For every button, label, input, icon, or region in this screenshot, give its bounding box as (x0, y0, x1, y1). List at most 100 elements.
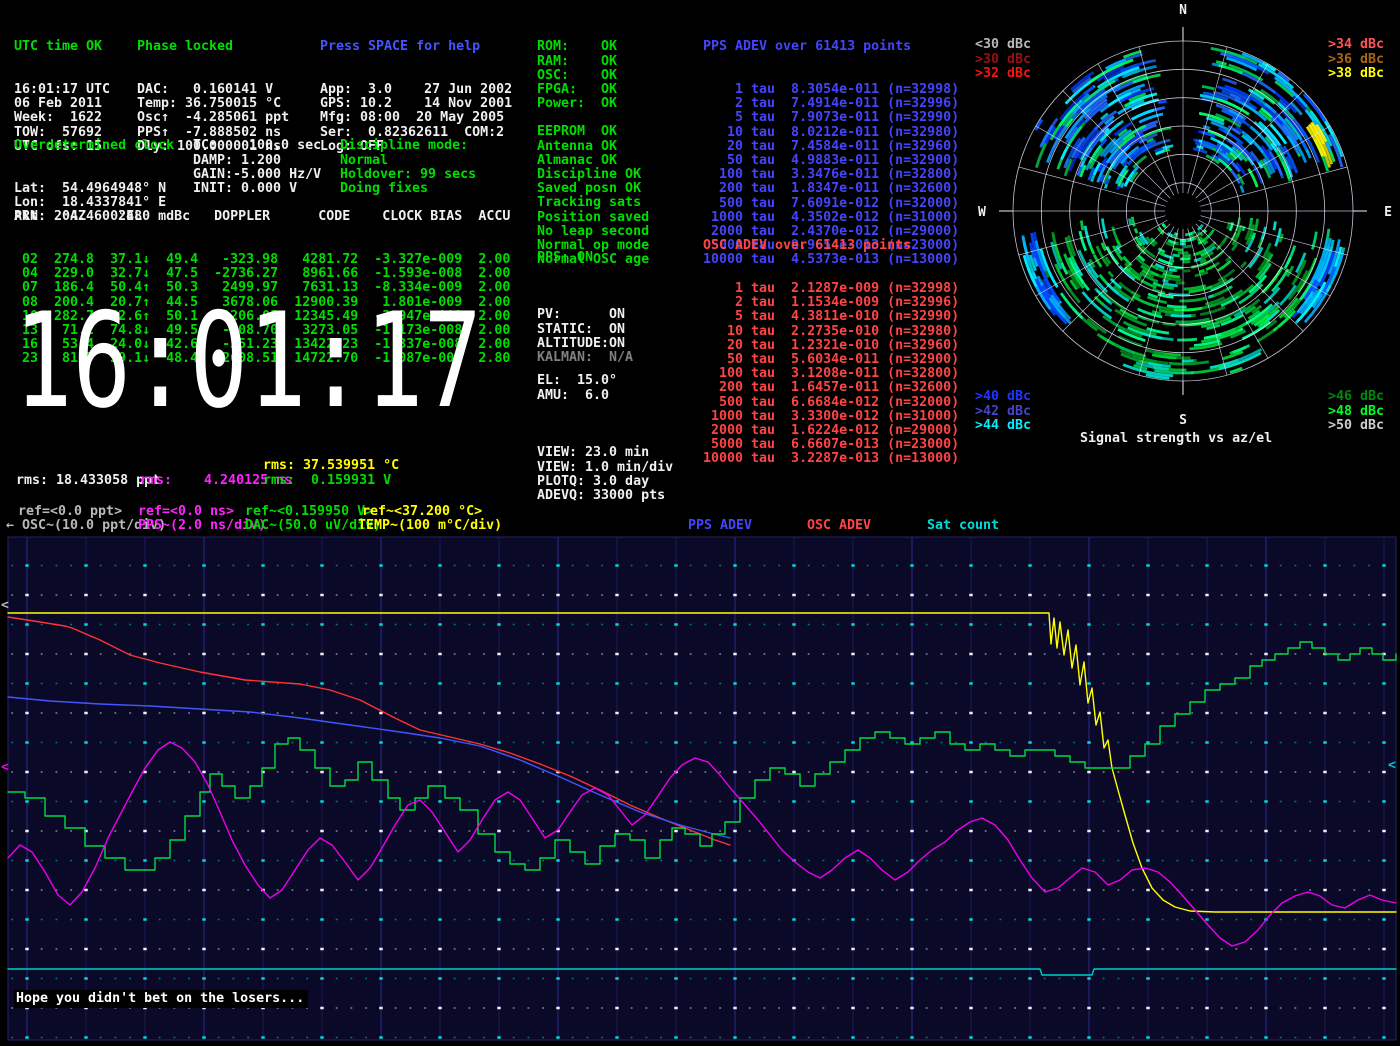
text-line: 1 tau 2.1287e-009 (n=32998) (703, 282, 959, 296)
text-line: >44 dBc (975, 419, 1031, 433)
text-line: 10 tau 2.2735e-010 (n=32980) (703, 325, 959, 339)
trace-edge-marker: < (1, 760, 9, 775)
view-lines: VIEW: 23.0 minVIEW: 1.0 min/divPLOTQ: 3.… (537, 446, 673, 503)
text-line: FPGA: OK (537, 83, 617, 97)
legend-sat-count[interactable]: Sat count (927, 519, 999, 533)
text-line: 500 tau 7.6091e-012 (n=32000) (703, 197, 959, 211)
rms-osc: rms: 18.433058 ppt (16, 474, 160, 488)
pps-state: PPS: ON (537, 251, 593, 265)
text-line: EL: 15.0° (537, 374, 617, 388)
text-line: App: 3.0 27 Jun 2002 (320, 83, 512, 97)
text-line: >32 dBc (975, 67, 1031, 81)
text-line: RAM: OK (537, 55, 617, 69)
big-clock-digits: 16:01:17 (14, 300, 482, 416)
text-line: >42 dBc (975, 405, 1031, 419)
dbc-legend-tl-lines: <30 dBc>30 dBc>32 dBc (975, 38, 1031, 81)
text-line: ADEVQ: 33000 pts (537, 489, 673, 503)
text-line: 5000 tau 6.6607e-013 (n=23000) (703, 438, 959, 452)
rms-temp: rms: 37.539951 °C (263, 459, 399, 473)
text-line: Discipline OK (537, 168, 649, 182)
mask-lines: EL: 15.0°AMU: 6.0 (537, 374, 617, 402)
position-header: Overdetermined clock (14, 139, 174, 153)
receiver-status-lines: EEPROM OKAntenna OKAlmanac OKDiscipline … (537, 125, 649, 267)
text-line: Discipline mode: (340, 139, 476, 153)
text-line: 5 tau 4.3811e-010 (n=32990) (703, 310, 959, 324)
text-line: DAMP: 1.200 (193, 154, 321, 168)
text-line: Position saved (537, 211, 649, 225)
legend-temp-scale: TEMP~(100 m°C/div) (358, 519, 502, 533)
text-line: Antenna OK (537, 140, 649, 154)
text-line: Tracking sats (537, 196, 649, 210)
text-line: DAC: 0.160141 V (137, 83, 289, 97)
text-line: 2000 tau 1.6224e-012 (n=29000) (703, 424, 959, 438)
receiver-status-panel: EEPROM OKAntenna OKAlmanac OKDiscipline … (537, 97, 649, 296)
legend-pps-adev[interactable]: PPS ADEV (688, 519, 752, 533)
text-line: 16:01:17 UTC (14, 83, 110, 97)
pps-adev-header: PPS ADEV over 61413 points (703, 40, 959, 54)
azel-grid (999, 27, 1367, 395)
text-line: 2 tau 7.4914e-011 (n=32996) (703, 97, 959, 111)
dbc-legend-br-lines: >46 dBc>48 dBc>50 dBc (1328, 390, 1384, 433)
text-line: PV: ON (537, 308, 633, 322)
text-line: >36 dBc (1328, 53, 1384, 67)
text-line: ROM: OK (537, 40, 617, 54)
text-line: 500 tau 6.6684e-012 (n=32000) (703, 396, 959, 410)
help-hint: Press SPACE for help (320, 40, 512, 54)
text-line: 07 186.4 50.4↑ 50.3 2499.97 7631.13 -8.3… (14, 281, 510, 295)
strip-chart[interactable]: < < < (0, 536, 1400, 1046)
legend-osc-adev[interactable]: OSC ADEV (807, 519, 871, 533)
text-line: Almanac OK (537, 154, 649, 168)
text-line: 10000 tau 3.2287e-013 (n=13000) (703, 452, 959, 466)
text-line: EEPROM OK (537, 125, 649, 139)
trace-edge-marker: < (1, 598, 9, 613)
text-line: >30 dBc (975, 53, 1031, 67)
dbc-legend-tr-lines: >34 dBc>36 dBc>38 dBc (1328, 38, 1384, 81)
utc-status-header: UTC time OK (14, 40, 110, 54)
text-line: 04 229.0 32.7↓ 47.5 -2736.27 8961.66 -1.… (14, 267, 510, 281)
text-line: Holdover: 99 secs (340, 168, 476, 182)
text-line: 20 tau 1.2321e-010 (n=32960) (703, 339, 959, 353)
text-line: 100 tau 3.3476e-011 (n=32800) (703, 168, 959, 182)
compass-south-label: S (1179, 413, 1187, 428)
text-line: VIEW: 1.0 min/div (537, 461, 673, 475)
text-line: 06 Feb 2011 (14, 97, 110, 111)
polar-caption: Signal strength vs az/el (1080, 432, 1272, 446)
text-line: 50 tau 4.9883e-011 (n=32900) (703, 154, 959, 168)
text-line: 50 tau 5.6034e-011 (n=32900) (703, 353, 959, 367)
text-line: 02 274.8 37.1↓ 49.4 -323.98 4281.72 -3.3… (14, 253, 510, 267)
text-line: >46 dBc (1328, 390, 1384, 404)
text-line: >50 dBc (1328, 419, 1384, 433)
osc-adev-rows: 1 tau 2.1287e-009 (n=32998) 2 tau 1.1534… (703, 282, 959, 467)
dbc-legend-top-left: <30 dBc>30 dBc>32 dBc (975, 10, 1031, 109)
satellite-table-header: PRN °AZ °EL dBc DOPPLER CODE CLOCK BIAS … (14, 210, 510, 224)
text-line: 20 tau 7.4584e-011 (n=32960) (703, 140, 959, 154)
text-line: >34 dBc (1328, 38, 1384, 52)
view-panel: VIEW: 23.0 minVIEW: 1.0 min/divPLOTQ: 3.… (537, 418, 673, 532)
text-line: 5 tau 7.9073e-011 (n=32990) (703, 111, 959, 125)
text-line: >38 dBc (1328, 67, 1384, 81)
osc-adev-header: OSC ADEV over 61413 points (703, 239, 959, 253)
text-line: 10 tau 8.0212e-011 (n=32980) (703, 126, 959, 140)
text-line: 200 tau 1.6457e-011 (n=32600) (703, 381, 959, 395)
text-line: TC: 100.0 sec (193, 139, 321, 153)
text-line: Temp: 36.750015 °C (137, 97, 289, 111)
trace-edge-marker: < (1388, 758, 1396, 773)
text-line: 1 tau 8.3054e-011 (n=32998) (703, 83, 959, 97)
text-line: No leap second (537, 225, 649, 239)
text-line: 1000 tau 3.3300e-012 (n=31000) (703, 410, 959, 424)
osc-adev-table: OSC ADEV over 61413 points 1 tau 2.1287e… (703, 211, 959, 495)
text-line: 200 tau 1.8347e-011 (n=32600) (703, 182, 959, 196)
compass-north-label: N (1179, 3, 1187, 18)
text-line: AMU: 6.0 (537, 389, 617, 403)
compass-east-label: E (1384, 205, 1392, 220)
dbc-legend-top-right: >34 dBc>36 dBc>38 dBc (1328, 10, 1384, 109)
dbc-legend-bl-lines: >40 dBc>42 dBc>44 dBc (975, 390, 1031, 433)
lady-heather-console: UTC time OK 16:01:17 UTC06 Feb 2011Week:… (0, 0, 1400, 1046)
rms-dac: rms: 0.159931 V (263, 474, 391, 488)
text-line: Normal (340, 154, 476, 168)
text-line: PLOTQ: 3.0 day (537, 475, 673, 489)
text-line: <30 dBc (975, 38, 1031, 52)
big-digital-clock: 16:01:17 (10, 300, 510, 416)
text-line: VIEW: 23.0 min (537, 446, 673, 460)
dbc-legend-bottom-right: >46 dBc>48 dBc>50 dBc (1328, 362, 1384, 461)
